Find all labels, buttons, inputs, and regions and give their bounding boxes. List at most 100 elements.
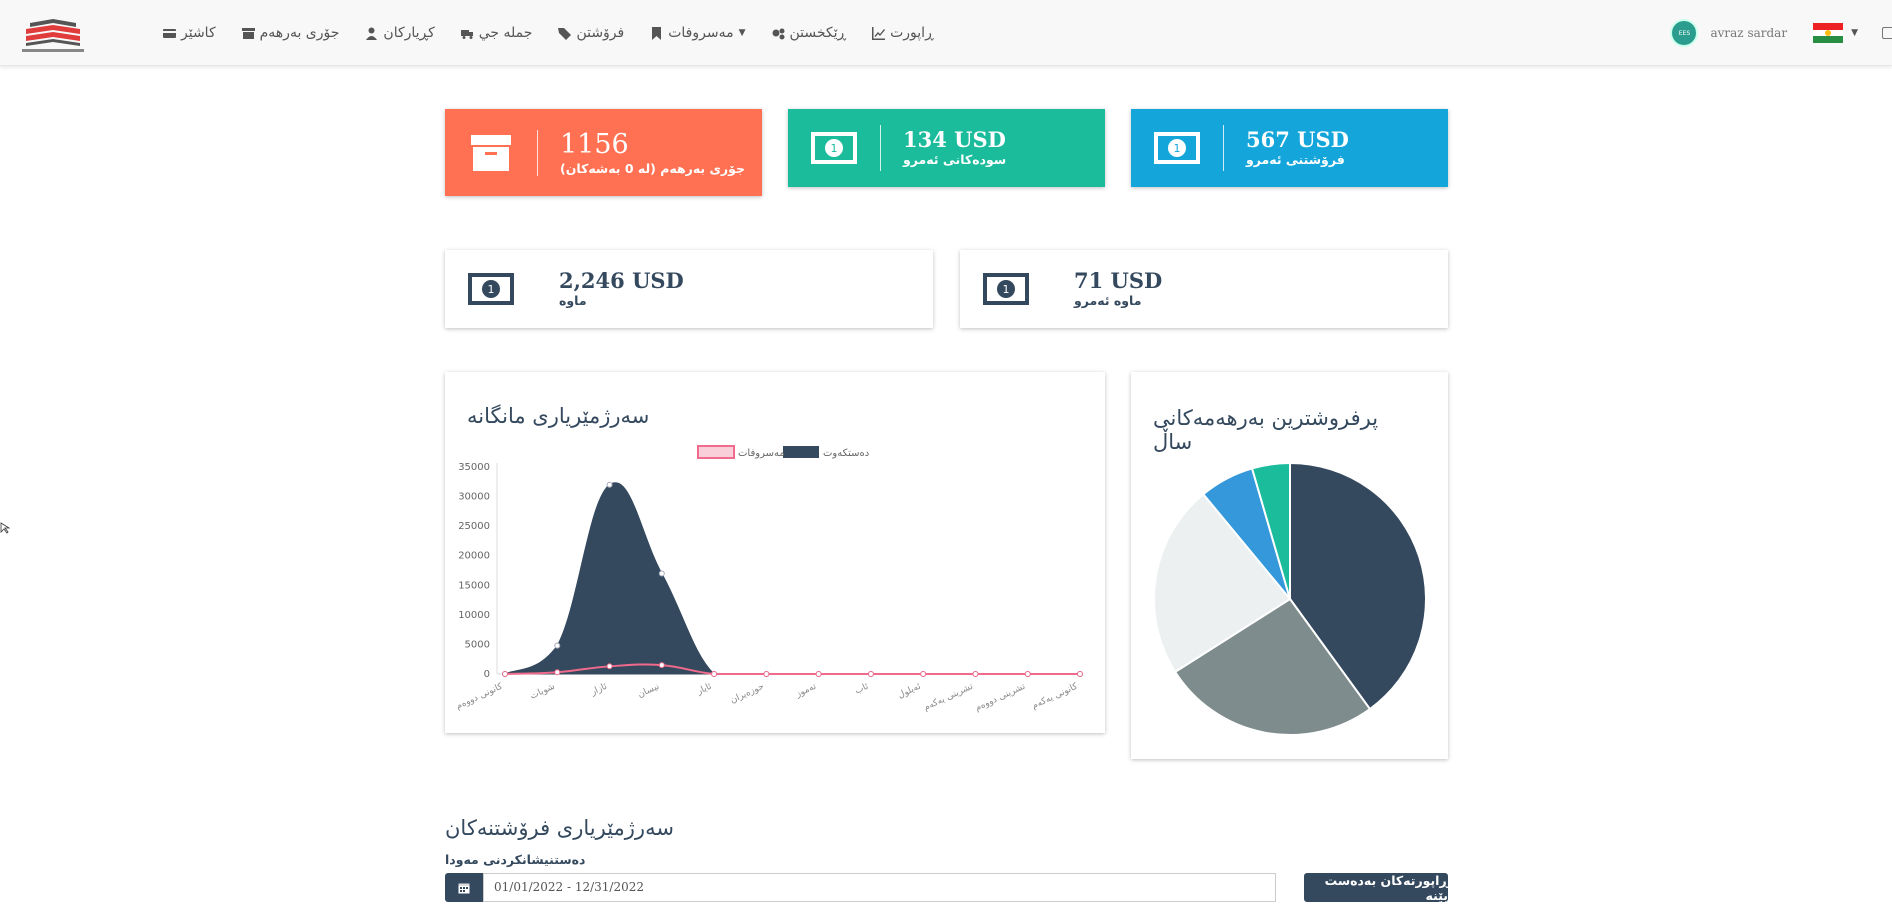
nav-item-label: جۆری بەرهەم <box>259 25 340 41</box>
nav-item-bookmark[interactable]: مەسروفات ▼ <box>650 25 746 41</box>
sales-today-value: 567 USD <box>1246 127 1349 152</box>
nav-item-cogs[interactable]: ڕێکخستن <box>772 25 847 41</box>
nav-item-line-chart[interactable]: ڕاپورت <box>872 25 934 41</box>
x-tick-label: تشرینی دووەم <box>974 681 1028 713</box>
dropdown-caret-icon: ▼ <box>738 28 746 38</box>
legend-swatch-expenses <box>697 445 735 459</box>
y-tick-label: 10000 <box>458 610 490 621</box>
nav-item-label: فرۆشتن <box>576 25 625 41</box>
money-bill-icon: 1 <box>810 128 858 168</box>
data-point <box>867 671 874 677</box>
svg-text:1: 1 <box>831 142 838 155</box>
data-point <box>554 669 561 676</box>
y-tick-label: 20000 <box>458 551 490 562</box>
sales-section-title: سەرژمێریاری فرۆشتنەکان <box>445 816 674 840</box>
sales-today-label: فرۆشتنی ئەمرو <box>1246 152 1345 167</box>
data-point <box>815 671 822 677</box>
products-stat-box: 1156 جۆری بەرهەم (لە 0 بەشەکان) <box>445 109 762 196</box>
data-point <box>920 671 927 677</box>
svg-text:1: 1 <box>1174 142 1181 155</box>
line-chart-icon <box>872 26 886 40</box>
data-point <box>554 642 561 649</box>
x-tick-label: ئەیلول <box>896 681 922 700</box>
archive-icon <box>241 27 255 39</box>
nav-item-user[interactable]: کڕیارکان <box>365 25 435 41</box>
bookmark-icon <box>652 26 662 40</box>
money-bill-icon: 1 <box>1153 128 1201 168</box>
x-tick-label: حوزەیران <box>729 682 766 706</box>
logout-icon[interactable] <box>1882 27 1892 39</box>
x-tick-label: نیسان <box>636 682 661 701</box>
money-bill-icon: 1 <box>982 269 1030 309</box>
remaining-today-label: ماوە ئەمرو <box>1074 293 1142 308</box>
range-label: دەستنیشانکردنی مەودا <box>445 852 586 867</box>
nav-item-label: کاشێر <box>181 25 216 41</box>
get-reports-button[interactable]: ڕاپورتەکان بەدەست بێنە <box>1304 873 1448 903</box>
profit-today-box: 1 134 USD سودەکانی ئەمرو <box>788 109 1105 187</box>
profit-today-label: سودەکانی ئەمرو <box>903 152 1007 167</box>
svg-text:1: 1 <box>488 283 495 296</box>
language-flag-icon[interactable] <box>1813 23 1844 44</box>
remaining-today-box: 1 71 USD ماوە ئەمرو <box>960 250 1448 328</box>
x-tick-label: تەموز <box>794 681 819 700</box>
monthly-stats-panel: سەرژمێریاری مانگانە 0 5000 10000 15000 20000… <box>445 372 1105 733</box>
x-tick-label: ئاب <box>854 681 871 696</box>
sales-today-box: 1 567 USD فرۆشتنی ئەمرو <box>1131 109 1448 187</box>
y-tick-label: 15000 <box>458 580 490 591</box>
y-tick-label: 5000 <box>465 639 490 650</box>
store-logo[interactable] <box>18 17 88 55</box>
nav-item-tag[interactable]: فرۆشتن <box>558 25 624 41</box>
nav-item-label: ڕاپورت <box>890 25 934 41</box>
nav-item-label: ڕێکخستن <box>789 25 847 41</box>
tag-icon <box>558 27 572 40</box>
legend-label-expenses: مەسروفات <box>738 448 785 459</box>
top-products-panel: پرفروشترین بەرهەمەکانی ساڵ <box>1131 372 1448 759</box>
remaining-value: 2,246 USD <box>559 268 684 293</box>
products-label: جۆری بەرهەم (لە 0 بەشەکان) <box>560 160 745 176</box>
remaining-label: ماوە <box>559 293 587 308</box>
data-point <box>1077 671 1083 677</box>
series-area-income <box>504 482 1080 675</box>
calendar-button[interactable] <box>445 873 483 902</box>
x-tick-label: ئازار <box>589 681 609 698</box>
legend-swatch-income <box>783 446 819 458</box>
data-point <box>763 671 770 677</box>
x-tick-label: کانونی یەکەم <box>1031 681 1080 711</box>
y-tick-label: 0 <box>484 669 490 680</box>
data-point <box>606 663 613 670</box>
legend-label-income: دەستکەوت <box>823 448 869 459</box>
mouse-cursor-icon <box>0 522 10 534</box>
x-tick-label: شوبات <box>529 682 557 702</box>
credit-card-icon <box>163 28 176 38</box>
user-icon <box>366 27 378 40</box>
data-point <box>502 671 508 677</box>
calendar-icon <box>458 883 470 893</box>
data-point <box>711 671 718 677</box>
data-point <box>606 481 613 488</box>
top-navbar: کاشێر جۆری بەرهەم کڕیارکان جملە جي فرۆشتن مەس… <box>0 0 1892 66</box>
user-avatar[interactable]: EES <box>1670 19 1699 47</box>
profit-today-value: 134 USD <box>903 127 1006 152</box>
truck-icon <box>460 29 473 39</box>
nav-item-label: کڕیارکان <box>383 25 435 41</box>
money-bill-icon: 1 <box>467 269 515 309</box>
svg-text:1: 1 <box>1003 283 1010 296</box>
y-tick-label: 30000 <box>458 492 490 503</box>
products-count: 1156 <box>560 128 629 160</box>
archive-icon <box>467 133 515 173</box>
data-point <box>658 662 665 669</box>
nav-item-archive[interactable]: جۆری بەرهەم <box>241 25 340 41</box>
nav-item-label: مەسروفات <box>668 25 734 41</box>
x-tick-label: کانونی دووەم <box>455 681 505 712</box>
cogs-icon <box>772 28 785 39</box>
x-tick-label: ئایار <box>695 681 714 697</box>
x-tick-label: تشرینی یەکەم <box>922 681 975 713</box>
remaining-box: 1 2,246 USD ماوە <box>445 250 933 328</box>
date-range-input[interactable]: 01/01/2022 - 12/31/2022 <box>483 873 1276 902</box>
nav-item-truck[interactable]: جملە جي <box>460 25 532 41</box>
data-point <box>972 671 979 677</box>
language-caret-icon[interactable]: ▼ <box>1851 28 1858 38</box>
top-products-pie-chart <box>1153 461 1427 736</box>
nav-item-credit-card[interactable]: کاشێر <box>163 25 216 41</box>
user-name[interactable]: avraz sardar <box>1710 26 1787 40</box>
